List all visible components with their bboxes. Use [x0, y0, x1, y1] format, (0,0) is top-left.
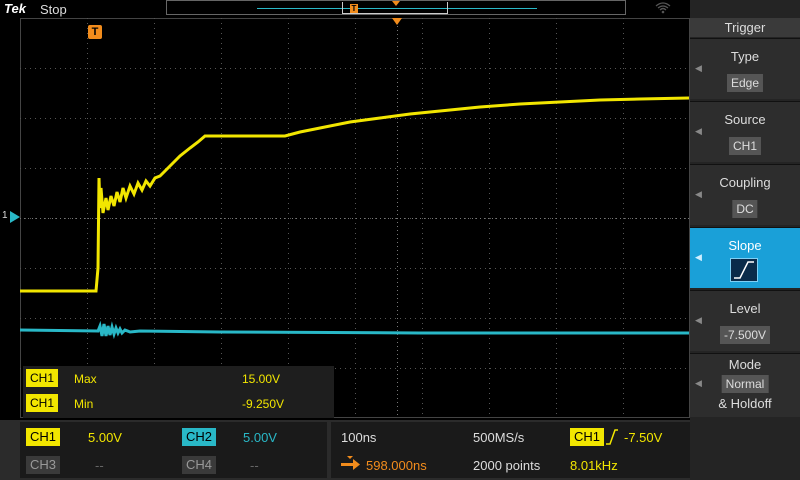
- waveform-graticule[interactable]: [20, 18, 690, 418]
- ch4-scale: --: [250, 458, 259, 473]
- horizontal-trigger-panel[interactable]: 100ns 500MS/s 598.000ns 2000 points CH1 …: [331, 422, 690, 478]
- side-button-arrow-icon: ◀: [695, 378, 702, 388]
- menu-item-source[interactable]: ◀ Source CH1: [690, 101, 800, 162]
- menu-item-label: Coupling: [719, 175, 771, 190]
- menu-item-label: Slope: [728, 238, 762, 253]
- wifi-icon: [655, 2, 671, 14]
- ch4-badge[interactable]: CH4: [182, 456, 217, 474]
- measurement-value: -9.250V: [242, 397, 285, 411]
- horizontal-position[interactable]: 598.000ns: [366, 458, 427, 473]
- ch2-waveform: [20, 320, 689, 340]
- menu-title: Trigger: [690, 18, 800, 37]
- measurement-value: 15.00V: [242, 372, 281, 386]
- slope-selector[interactable]: [730, 258, 758, 282]
- measurement-channel-badge: CH1: [26, 369, 59, 387]
- menu-item-mode[interactable]: ◀ Mode Normal & Holdoff: [690, 353, 800, 417]
- measurement-name: Min: [74, 397, 94, 411]
- menu-item-value: -7.500V: [719, 326, 771, 344]
- rising-edge-icon: [734, 261, 754, 279]
- ch2-scale[interactable]: 5.00V: [243, 430, 277, 445]
- side-button-arrow-icon: ◀: [695, 63, 702, 73]
- trigger-position-marker[interactable]: T: [88, 25, 102, 39]
- ch1-ground-marker[interactable]: [10, 211, 20, 223]
- ch3-scale: --: [95, 458, 104, 473]
- trigger-position-arrow: [392, 18, 402, 25]
- side-button-arrow-icon: ◀: [695, 189, 702, 199]
- menu-item-value: Normal: [721, 375, 769, 393]
- record-length: 2000 points: [473, 458, 541, 473]
- record-position-marker: [392, 1, 400, 6]
- record-view[interactable]: T: [166, 0, 626, 15]
- record-trigger-marker: T: [350, 4, 358, 13]
- rising-edge-icon: [606, 429, 618, 445]
- measurement-channel-badge: CH1: [26, 394, 59, 412]
- menu-item-value: CH1: [728, 137, 762, 155]
- brand-logo: Tek: [4, 1, 26, 16]
- trigger-level[interactable]: -7.50V: [624, 430, 662, 445]
- menu-item-label: Level: [729, 301, 761, 316]
- menu-item-coupling[interactable]: ◀ Coupling DC: [690, 164, 800, 225]
- trigger-frequency: 8.01kHz: [570, 458, 618, 473]
- ch1-ground-label: 1: [2, 210, 8, 221]
- ch2-badge[interactable]: CH2: [182, 428, 217, 446]
- channel-settings-panel[interactable]: CH1 5.00V CH2 5.00V CH3 -- CH4 --: [20, 422, 327, 478]
- side-button-arrow-icon: ◀: [695, 252, 702, 262]
- grid-lines: [20, 18, 690, 418]
- top-status-bar: Tek Stop T: [0, 0, 690, 18]
- ch3-badge[interactable]: CH3: [26, 456, 61, 474]
- menu-item-value: Edge: [726, 74, 764, 92]
- menu-item-label: Source: [724, 112, 766, 127]
- trigger-source-badge[interactable]: CH1: [570, 428, 605, 446]
- menu-item-type[interactable]: ◀ Type Edge: [690, 38, 800, 99]
- menu-item-label: Mode: [728, 357, 762, 372]
- ch1-waveform: [20, 96, 690, 293]
- side-button-arrow-icon: ◀: [695, 126, 702, 136]
- time-per-div[interactable]: 100ns: [341, 430, 376, 445]
- measurement-row[interactable]: CH1 Min -9.250V: [26, 394, 331, 414]
- ch1-scale[interactable]: 5.00V: [88, 430, 122, 445]
- menu-item-slope[interactable]: ◀ Slope: [690, 227, 800, 288]
- waveform-display: [20, 18, 690, 418]
- run-state[interactable]: Stop: [40, 2, 67, 17]
- trigger-position-icon: [341, 456, 360, 470]
- measurement-panel[interactable]: CH1 Max 15.00V CH1 Min -9.250V: [23, 366, 334, 418]
- side-button-arrow-icon: ◀: [695, 315, 702, 325]
- menu-item-value: DC: [732, 200, 758, 218]
- measurement-name: Max: [74, 372, 97, 386]
- sample-rate: 500MS/s: [473, 430, 525, 445]
- trigger-menu: Trigger ◀ Type Edge ◀ Source CH1 ◀ Coupl…: [690, 0, 800, 480]
- ch1-badge[interactable]: CH1: [26, 428, 61, 446]
- menu-item-label: Type: [730, 49, 760, 64]
- bottom-settings-bar: CH1 5.00V CH2 5.00V CH3 -- CH4 -- 100ns …: [0, 420, 690, 480]
- menu-item-level[interactable]: ◀ Level -7.500V: [690, 290, 800, 351]
- menu-item-extra: & Holdoff: [718, 396, 772, 411]
- measurement-row[interactable]: CH1 Max 15.00V: [26, 369, 331, 389]
